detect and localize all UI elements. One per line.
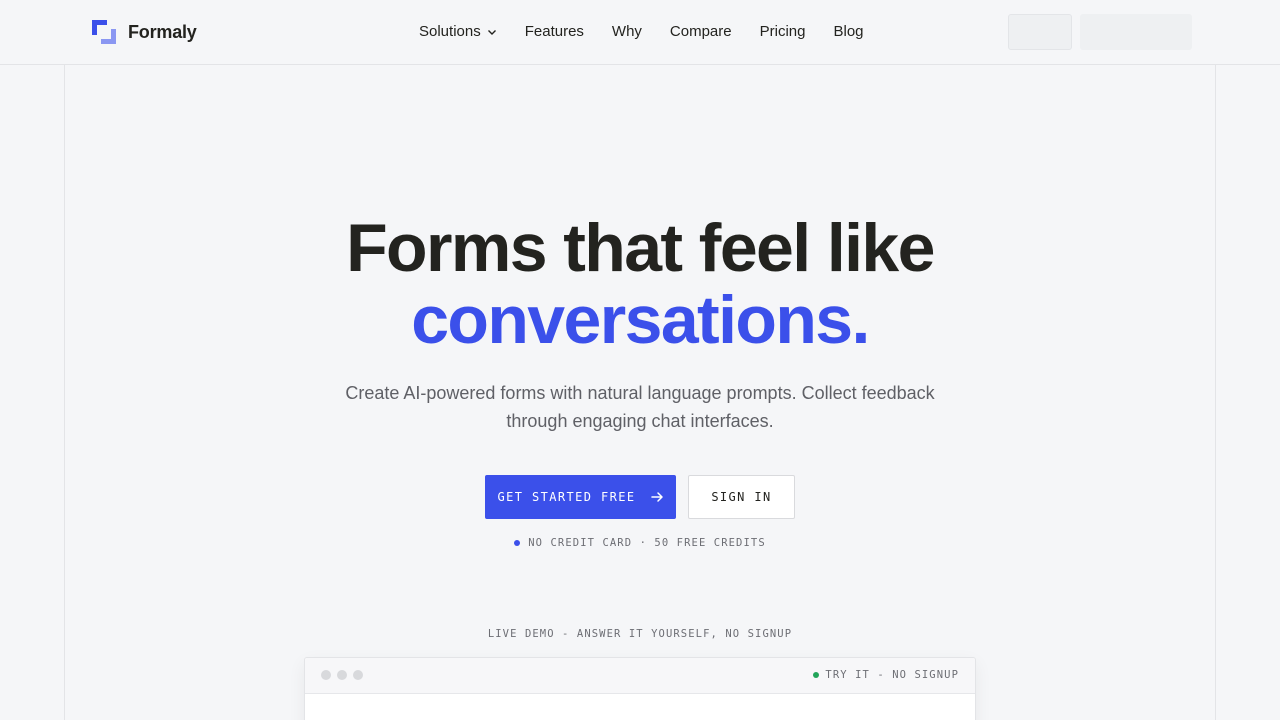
frame-line-right [1215,65,1216,720]
nav-item-label: Solutions [419,23,481,40]
signup-note-text: NO CREDIT CARD · 50 FREE CREDITS [528,537,766,549]
hero-title-accent: conversations. [411,282,870,358]
nav-item-solutions[interactable]: Solutions [419,21,497,43]
hero-title-line1: Forms that feel like [346,210,935,286]
window-controls [321,670,363,680]
main-nav: Solutions Features Why Compare Pricing B… [419,21,864,43]
chevron-down-icon [487,30,496,35]
window-dot-icon [321,670,331,680]
hero-subtitle: Create AI-powered forms with natural lan… [345,383,935,431]
window-dot-icon [337,670,347,680]
nav-item-blog[interactable]: Blog [833,21,863,43]
logo-icon [92,20,116,44]
site-header: Formaly Solutions Features Why Compare P… [0,0,1280,65]
live-dot-icon [813,672,820,678]
header-button-placeholder[interactable] [1008,14,1072,50]
get-started-label: GET STARTED FREE [497,490,636,504]
signup-note: NO CREDIT CARD · 50 FREE CREDITS [0,537,1280,549]
demo-window: TRY IT - NO SIGNUP [304,657,976,720]
window-dot-icon [353,670,363,680]
nav-item-features[interactable]: Features [525,21,584,43]
demo-label: LIVE DEMO - ANSWER IT YOURSELF, NO SIGNU… [487,628,793,640]
frame-line-left [64,65,65,720]
get-started-button[interactable]: GET STARTED FREE [485,475,676,519]
try-it-label: TRY IT - NO SIGNUP [825,669,959,681]
demo-window-titlebar: TRY IT - NO SIGNUP [305,658,975,694]
nav-item-compare[interactable]: Compare [670,21,732,43]
brand-logo[interactable]: Formaly [92,20,197,44]
try-it-badge: TRY IT - NO SIGNUP [813,669,959,681]
nav-item-why[interactable]: Why [612,21,642,43]
brand-name: Formaly [128,21,197,42]
nav-item-pricing[interactable]: Pricing [760,21,806,43]
arrow-right-icon [650,492,663,502]
header-cta-placeholder[interactable] [1080,14,1192,50]
sign-in-button[interactable]: SIGN IN [688,475,795,519]
status-dot-icon [514,540,521,546]
hero-title: Forms that feel like conversations. [0,212,1280,356]
